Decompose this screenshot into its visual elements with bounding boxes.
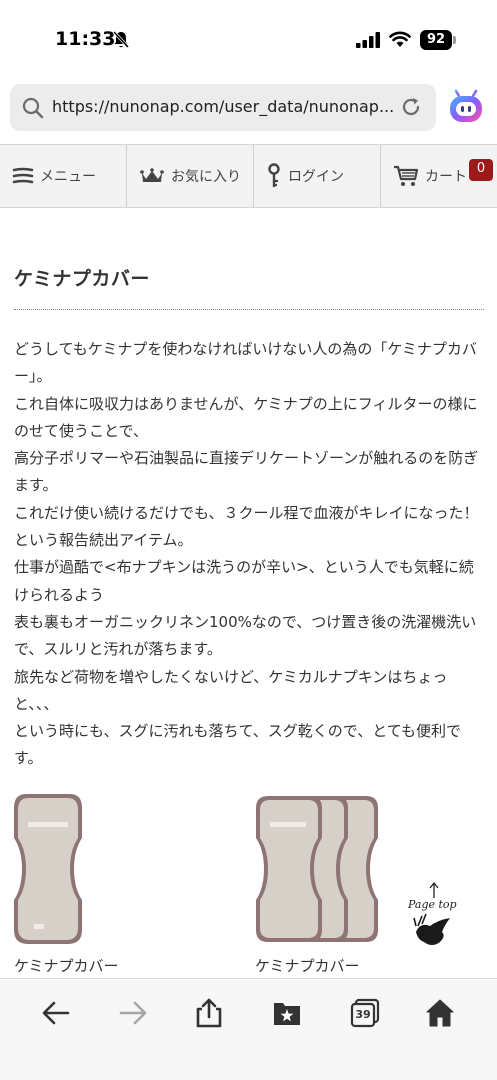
wifi-icon [389, 31, 411, 47]
nav-login-label: ログイン [288, 169, 344, 185]
bookmarks-icon[interactable] [271, 997, 303, 1029]
site-nav: メニュー お気に入り ログイン カート 0 [0, 144, 497, 208]
address-bar[interactable]: https://nunonap.com/user_data/nunonap... [10, 84, 436, 131]
up-arrow-icon [429, 881, 439, 898]
browser-toolbar: 39 [0, 978, 497, 1080]
extension-robot-icon[interactable] [447, 88, 485, 126]
page-top-button[interactable]: Page top [404, 880, 464, 952]
description-paragraph: 仕事が過酷で<布ナプキンは洗うのが辛い>、という人でも気軽に続けられるよう [14, 558, 474, 604]
nav-favorites[interactable]: お気に入り [127, 145, 254, 207]
description-paragraph: 旅先など荷物を増やしたくないけど、ケミカルナプキンはちょっと、、、 [14, 667, 448, 713]
battery-indicator: 92 [420, 30, 452, 50]
product-label[interactable]: ケミナプカバー [255, 955, 360, 976]
bird-icon [413, 913, 450, 945]
description-paragraph: という時にも、スグに汚れも落ちて、スグ乾くので、とても便利です。 [14, 722, 462, 768]
battery-cap [453, 36, 456, 44]
description-paragraph: 表も裏もオーガニックリネン100%なので、つけ置き後の洗濯機洗いで、スルリと汚れ… [14, 612, 477, 659]
page-title: ケミナプカバー [14, 268, 150, 290]
hamburger-icon [12, 167, 34, 184]
key-icon [268, 163, 280, 187]
page-top-label: Page top [408, 898, 457, 911]
tabs-button[interactable]: 39 [349, 997, 381, 1029]
tabs-count: 39 [355, 1008, 371, 1021]
crown-icon [140, 168, 164, 182]
product-image-set[interactable] [254, 792, 384, 946]
product-label[interactable]: ケミナプカバー [14, 955, 119, 976]
back-icon[interactable] [40, 997, 72, 1029]
share-icon[interactable] [193, 997, 225, 1029]
cart-icon [394, 165, 419, 186]
description-paragraph: 高分子ポリマーや石油製品に直接デリケートゾーンが触れるのを防ぎます。 [14, 449, 479, 495]
description-paragraph: これだけ使い続けるだけでも、３クール程で血液がキレイになった！という報告続出アイ… [14, 503, 479, 550]
nav-cart-label: カート [425, 169, 467, 185]
description-paragraph: どうしてもケミナプを使わなければいけない人の為の「ケミナプカバー」。 [14, 340, 477, 386]
nav-menu[interactable]: メニュー [0, 145, 127, 207]
status-time: 11:33 [55, 28, 116, 50]
status-bar: 11:33 92 [0, 0, 497, 80]
cart-count-badge: 0 [469, 159, 493, 181]
home-icon[interactable] [424, 997, 456, 1029]
nav-login[interactable]: ログイン [254, 145, 381, 207]
bell-muted-icon [113, 31, 129, 49]
product-description: どうしてもケミナプを使わなければいけない人の為の「ケミナプカバー」。 これ自体に… [14, 336, 484, 773]
reload-icon[interactable] [400, 96, 422, 118]
url-text[interactable]: https://nunonap.com/user_data/nunonap... [52, 97, 394, 116]
product-image-single[interactable] [12, 792, 84, 946]
title-divider [14, 309, 484, 310]
nav-favorites-label: お気に入り [171, 169, 241, 185]
signal-icon [356, 32, 380, 48]
nav-cart[interactable]: カート 0 [381, 145, 497, 207]
search-icon [22, 97, 44, 119]
description-paragraph: これ自体に吸収力はありませんが、ケミナプの上にフィルターの様にのせて使うことで、 [14, 394, 478, 440]
nav-menu-label: メニュー [40, 169, 96, 185]
forward-icon[interactable] [117, 997, 149, 1029]
